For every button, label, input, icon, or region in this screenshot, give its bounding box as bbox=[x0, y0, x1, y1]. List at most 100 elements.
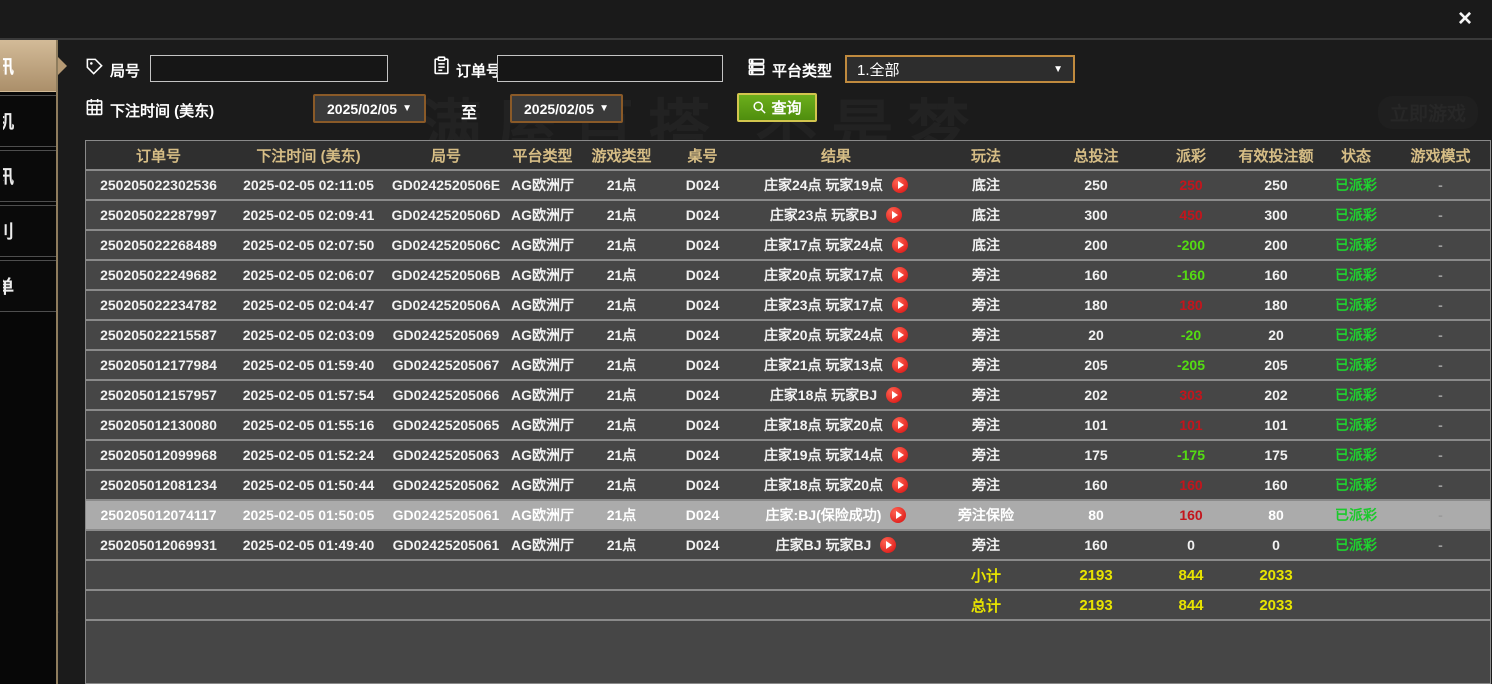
platform-type-icon bbox=[747, 57, 766, 76]
date-to-dropdown[interactable]: 2025/02/05 ▼ bbox=[510, 94, 623, 123]
result-text: 庄家19点 玩家14点 bbox=[764, 445, 883, 465]
order-number-input[interactable] bbox=[497, 55, 723, 82]
cell-total-bet: 300 bbox=[1041, 207, 1151, 223]
table-row[interactable]: 250205022302536 2025-02-05 02:11:05 GD02… bbox=[86, 169, 1490, 199]
cell-game-type: 21点 bbox=[579, 235, 664, 255]
table-row[interactable]: 250205022249682 2025-02-05 02:06:07 GD02… bbox=[86, 259, 1490, 289]
cell-game-mode: - bbox=[1391, 297, 1490, 313]
cell-play-method: 旁注 bbox=[931, 475, 1041, 495]
sidebar-tab-2[interactable]: 机 bbox=[0, 95, 56, 147]
close-icon[interactable]: × bbox=[1450, 4, 1480, 34]
table-row[interactable]: 250205022234782 2025-02-05 02:04:47 GD02… bbox=[86, 289, 1490, 319]
cell-total-bet: 160 bbox=[1041, 477, 1151, 493]
cell-table-number: D024 bbox=[664, 537, 741, 553]
date-from-dropdown[interactable]: 2025/02/05 ▼ bbox=[313, 94, 426, 123]
cell-bet-time: 2025-02-05 01:55:16 bbox=[231, 417, 386, 433]
cell-game-type: 21点 bbox=[579, 535, 664, 555]
cell-valid-bet: 202 bbox=[1231, 387, 1321, 403]
result-text: 庄家24点 玩家19点 bbox=[764, 175, 883, 195]
play-replay-icon[interactable] bbox=[892, 417, 908, 433]
cell-bet-time: 2025-02-05 01:50:44 bbox=[231, 477, 386, 493]
play-replay-icon[interactable] bbox=[892, 237, 908, 253]
result-text: 庄家23点 玩家BJ bbox=[770, 205, 877, 225]
cell-round-number: GD0242520506E bbox=[386, 177, 506, 193]
play-replay-icon[interactable] bbox=[892, 297, 908, 313]
sidebar-tab-5[interactable]: 单 bbox=[0, 260, 56, 312]
play-replay-icon[interactable] bbox=[886, 387, 902, 403]
cell-total-bet: 205 bbox=[1041, 357, 1151, 373]
result-text: 庄家18点 玩家BJ bbox=[770, 385, 877, 405]
cell-status: 已派彩 bbox=[1321, 325, 1391, 345]
cell-table-number: D024 bbox=[664, 447, 741, 463]
cell-play-method: 旁注 bbox=[931, 295, 1041, 315]
cell-order-number: 250205022249682 bbox=[86, 267, 231, 283]
cell-result: 庄家23点 玩家BJ bbox=[741, 205, 931, 225]
table-row[interactable]: 250205012177984 2025-02-05 01:59:40 GD02… bbox=[86, 349, 1490, 379]
table-row[interactable]: 250205022268489 2025-02-05 02:07:50 GD02… bbox=[86, 229, 1490, 259]
cell-total-bet: 202 bbox=[1041, 387, 1151, 403]
play-replay-icon[interactable] bbox=[892, 447, 908, 463]
betting-records-window: GAMING 满屋百搭 不是梦 立即游戏 Urmika 数: 39 × 讯 机 … bbox=[0, 0, 1492, 684]
cell-game-mode: - bbox=[1391, 207, 1490, 223]
title-bar: × bbox=[0, 0, 1492, 40]
table-row[interactable]: 250205012069931 2025-02-05 01:49:40 GD02… bbox=[86, 529, 1490, 559]
cell-result: 庄家19点 玩家14点 bbox=[741, 445, 931, 465]
result-text: 庄家20点 玩家24点 bbox=[764, 325, 883, 345]
play-replay-icon[interactable] bbox=[892, 357, 908, 373]
cell-total-bet: 160 bbox=[1041, 537, 1151, 553]
clipboard-icon bbox=[432, 56, 451, 75]
table-row[interactable]: 250205022215587 2025-02-05 02:03:09 GD02… bbox=[86, 319, 1490, 349]
query-button[interactable]: 查询 bbox=[737, 93, 817, 122]
cell-bet-time: 2025-02-05 01:52:24 bbox=[231, 447, 386, 463]
cell-order-number: 250205012074117 bbox=[86, 507, 231, 523]
table-row[interactable]: 250205012130080 2025-02-05 01:55:16 GD02… bbox=[86, 409, 1490, 439]
cell-status: 已派彩 bbox=[1321, 475, 1391, 495]
cell-total-bet: 200 bbox=[1041, 237, 1151, 253]
cell-play-method: 旁注保险 bbox=[931, 505, 1041, 525]
sidebar-tab-1[interactable]: 讯 bbox=[0, 40, 56, 92]
cell-table-number: D024 bbox=[664, 297, 741, 313]
cell-valid-bet: 0 bbox=[1231, 537, 1321, 553]
cell-result: 庄家18点 玩家20点 bbox=[741, 415, 931, 435]
cell-total-bet: 250 bbox=[1041, 177, 1151, 193]
cell-game-mode: - bbox=[1391, 267, 1490, 283]
ghost-play-now-button: 立即游戏 bbox=[1378, 96, 1478, 129]
cell-status: 已派彩 bbox=[1321, 415, 1391, 435]
cell-platform: AG欧洲厅 bbox=[506, 325, 579, 345]
search-icon bbox=[752, 100, 767, 115]
cell-round-number: GD02425205069 bbox=[386, 327, 506, 343]
play-replay-icon[interactable] bbox=[892, 177, 908, 193]
play-replay-icon[interactable] bbox=[880, 537, 896, 553]
cell-status: 已派彩 bbox=[1321, 535, 1391, 555]
platform-type-select[interactable]: 1.全部 ▼ bbox=[845, 55, 1075, 83]
play-replay-icon[interactable] bbox=[892, 267, 908, 283]
table-row[interactable]: 250205012081234 2025-02-05 01:50:44 GD02… bbox=[86, 469, 1490, 499]
cell-game-type: 21点 bbox=[579, 445, 664, 465]
cell-valid-bet: 205 bbox=[1231, 357, 1321, 373]
cell-round-number: GD02425205063 bbox=[386, 447, 506, 463]
cell-payout: 450 bbox=[1151, 207, 1231, 223]
result-text: 庄家BJ 玩家BJ bbox=[776, 535, 872, 555]
result-text: 庄家18点 玩家20点 bbox=[764, 415, 883, 435]
table-row[interactable]: 250205022287997 2025-02-05 02:09:41 GD02… bbox=[86, 199, 1490, 229]
cell-payout: 101 bbox=[1151, 417, 1231, 433]
cell-play-method: 旁注 bbox=[931, 355, 1041, 375]
cell-payout: 160 bbox=[1151, 507, 1231, 523]
table-row[interactable]: 250205012074117 2025-02-05 01:50:05 GD02… bbox=[86, 499, 1490, 529]
round-number-input[interactable] bbox=[150, 55, 388, 82]
cell-table-number: D024 bbox=[664, 357, 741, 373]
query-button-label: 查询 bbox=[771, 97, 801, 118]
play-replay-icon[interactable] bbox=[886, 207, 902, 223]
table-row[interactable]: 250205012099968 2025-02-05 01:52:24 GD02… bbox=[86, 439, 1490, 469]
cell-play-method: 底注 bbox=[931, 205, 1041, 225]
play-replay-icon[interactable] bbox=[892, 477, 908, 493]
play-replay-icon[interactable] bbox=[890, 507, 906, 523]
platform-type-value: 1.全部 bbox=[857, 59, 900, 80]
cell-payout: 303 bbox=[1151, 387, 1231, 403]
sidebar-tab-4[interactable]: 刂 bbox=[0, 205, 56, 257]
play-replay-icon[interactable] bbox=[892, 327, 908, 343]
table-row[interactable]: 250205012157957 2025-02-05 01:57:54 GD02… bbox=[86, 379, 1490, 409]
column-header: 总投注 bbox=[1041, 145, 1151, 166]
cell-table-number: D024 bbox=[664, 207, 741, 223]
sidebar-tab-3[interactable]: 讯 bbox=[0, 150, 56, 202]
